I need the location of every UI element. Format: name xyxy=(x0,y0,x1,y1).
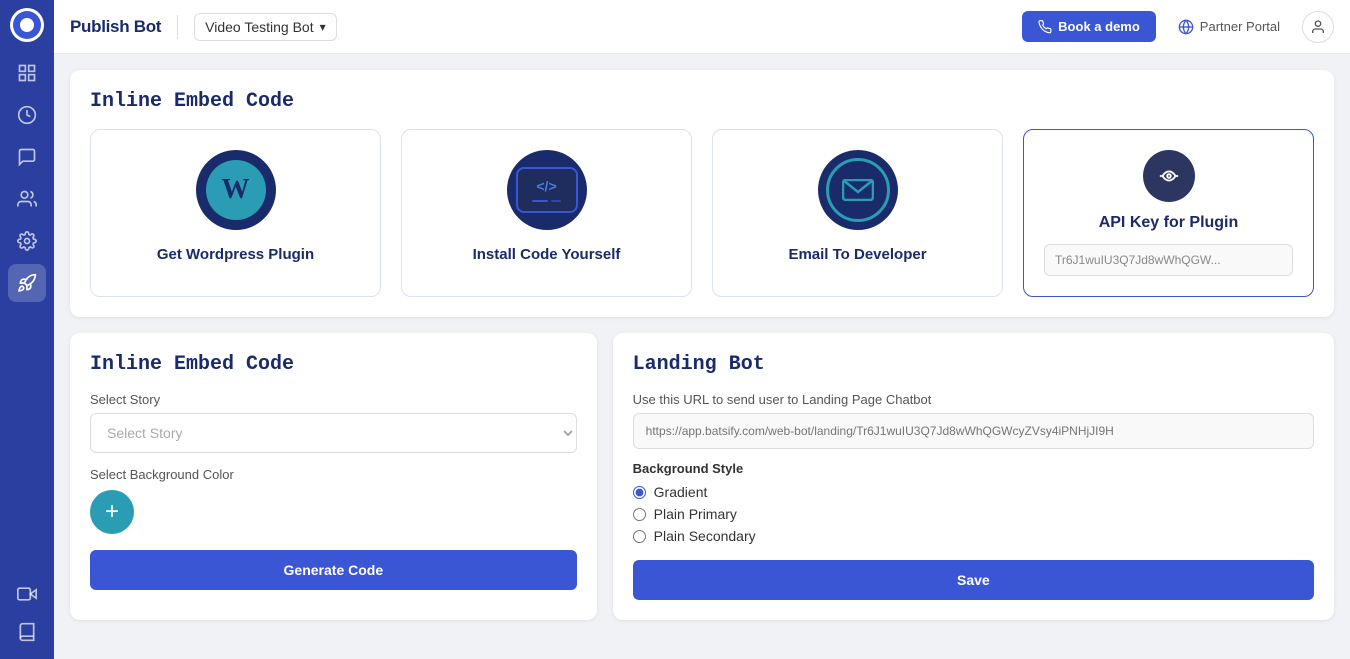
partner-portal-label: Partner Portal xyxy=(1200,19,1280,34)
story-label: Select Story xyxy=(90,392,577,407)
book-demo-button[interactable]: Book a demo xyxy=(1022,11,1156,42)
landing-bot-desc: Use this URL to send user to Landing Pag… xyxy=(633,392,1314,407)
wordpress-icon: W xyxy=(196,150,276,230)
sidebar-logo xyxy=(10,8,44,42)
email-icon xyxy=(818,150,898,230)
api-key-section: API Key for Plugin document.currentScrip… xyxy=(1023,129,1314,297)
sidebar-item-chat[interactable] xyxy=(8,138,46,176)
bg-color-label: Select Background Color xyxy=(90,467,577,482)
sidebar-item-dashboard[interactable] xyxy=(8,54,46,92)
inline-embed-title: Inline Embed Code xyxy=(90,353,577,376)
api-key-icon xyxy=(1143,150,1195,202)
radio-plain-secondary-input[interactable] xyxy=(633,530,646,543)
save-button[interactable]: Save xyxy=(633,560,1314,600)
email-developer-label: Email To Developer xyxy=(788,246,926,263)
inline-embed-card: Inline Embed Code Select Story Select St… xyxy=(70,333,597,620)
embed-options-row: W Get Wordpress Plugin </> xyxy=(90,129,1314,297)
bot-selector[interactable]: Video Testing Bot ▾ xyxy=(194,13,336,41)
book-demo-label: Book a demo xyxy=(1058,19,1140,34)
landing-bot-title: Landing Bot xyxy=(633,353,1314,376)
header: Publish Bot Video Testing Bot ▾ Book a d… xyxy=(54,0,1350,54)
radio-gradient-input[interactable] xyxy=(633,486,646,499)
top-embed-card: Inline Embed Code W Get Wordpress Plugin xyxy=(70,70,1334,317)
add-color-icon: + xyxy=(105,498,119,526)
radio-plain-secondary[interactable]: Plain Secondary xyxy=(633,528,1314,544)
bot-selector-label: Video Testing Bot xyxy=(205,19,313,35)
sidebar-item-video[interactable] xyxy=(8,575,46,613)
bg-style-label: Background Style xyxy=(633,461,1314,476)
sidebar xyxy=(0,0,54,659)
generate-code-button[interactable]: Generate Code xyxy=(90,550,577,590)
code-icon: </> xyxy=(507,150,587,230)
user-icon xyxy=(1310,19,1326,35)
email-developer-option[interactable]: Email To Developer xyxy=(712,129,1003,297)
radio-plain-secondary-label: Plain Secondary xyxy=(654,528,756,544)
user-menu-button[interactable] xyxy=(1302,11,1334,43)
wordpress-option[interactable]: W Get Wordpress Plugin xyxy=(90,129,381,297)
brand-name: Publish Bot xyxy=(70,17,161,37)
install-code-option[interactable]: </> Install Code Yourself xyxy=(401,129,692,297)
story-select[interactable]: Select Story xyxy=(90,413,577,453)
radio-plain-primary[interactable]: Plain Primary xyxy=(633,506,1314,522)
radio-gradient[interactable]: Gradient xyxy=(633,484,1314,500)
api-key-input[interactable] xyxy=(1044,244,1293,276)
chevron-down-icon: ▾ xyxy=(320,20,326,34)
top-embed-title: Inline Embed Code xyxy=(90,90,1314,113)
header-divider xyxy=(177,15,178,39)
landing-bot-card: Landing Bot Use this URL to send user to… xyxy=(613,333,1334,620)
radio-plain-primary-input[interactable] xyxy=(633,508,646,521)
sidebar-bottom xyxy=(8,575,46,651)
landing-url-input[interactable] xyxy=(633,413,1314,449)
background-style-group: Gradient Plain Primary Plain Secondary xyxy=(633,484,1314,544)
sidebar-item-launch[interactable] xyxy=(8,264,46,302)
partner-portal-link[interactable]: Partner Portal xyxy=(1168,13,1290,41)
sidebar-item-history[interactable] xyxy=(8,96,46,134)
sidebar-item-book[interactable] xyxy=(8,613,46,651)
radio-gradient-label: Gradient xyxy=(654,484,708,500)
sidebar-item-users[interactable] xyxy=(8,180,46,218)
api-key-label: API Key for Plugin xyxy=(1099,214,1239,232)
main-content: Publish Bot Video Testing Bot ▾ Book a d… xyxy=(54,0,1350,659)
wordpress-label: Get Wordpress Plugin xyxy=(157,246,314,263)
phone-icon xyxy=(1038,20,1052,34)
sidebar-item-settings[interactable] xyxy=(8,222,46,260)
install-code-label: Install Code Yourself xyxy=(473,246,621,263)
bottom-row: Inline Embed Code Select Story Select St… xyxy=(70,333,1334,620)
add-color-button[interactable]: + xyxy=(90,490,134,534)
content-area: Inline Embed Code W Get Wordpress Plugin xyxy=(54,54,1350,659)
partner-portal-icon xyxy=(1178,19,1194,35)
radio-plain-primary-label: Plain Primary xyxy=(654,506,737,522)
